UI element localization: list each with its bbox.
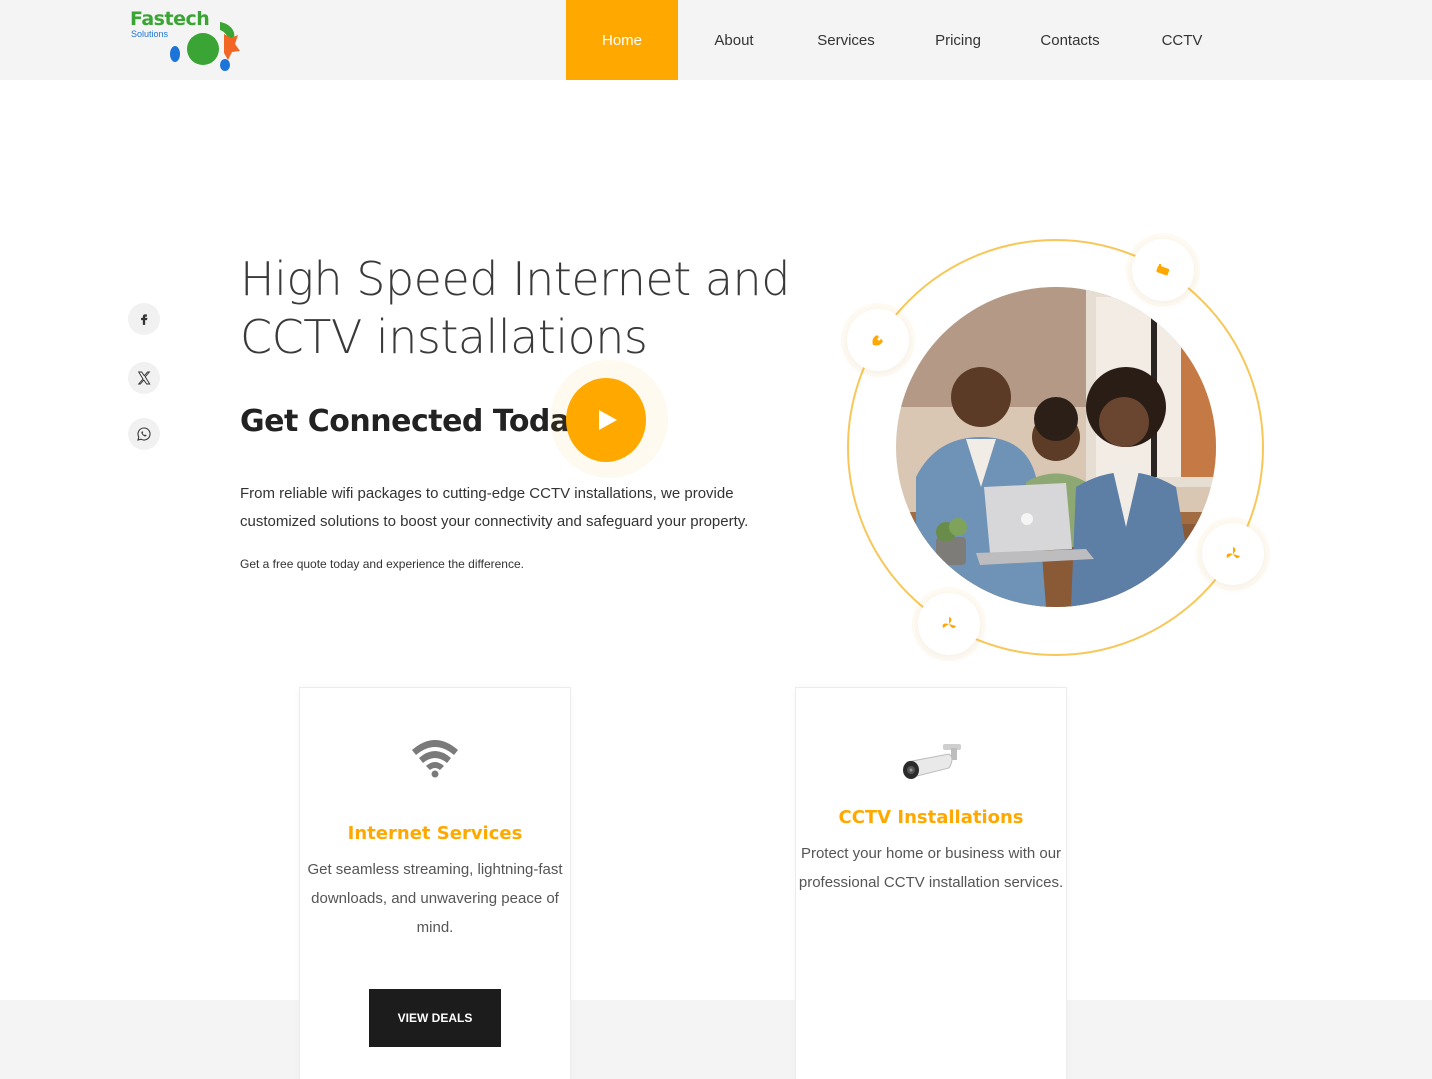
hero-paragraph-line2: customized solutions to boost your conne… bbox=[240, 513, 749, 530]
facebook-icon bbox=[141, 314, 148, 325]
nav-cctv[interactable]: CCTV bbox=[1126, 0, 1238, 80]
whatsapp-icon bbox=[137, 427, 151, 441]
facebook-link[interactable] bbox=[128, 303, 160, 335]
cctv-installations-card: CCTV Installations Protect your home or … bbox=[795, 687, 1067, 1079]
signal-bubble bbox=[918, 593, 980, 655]
hero-family-photo bbox=[896, 287, 1216, 607]
card-title: Internet Services bbox=[347, 823, 523, 844]
hero-quote-note: Get a free quote today and experience th… bbox=[240, 557, 524, 571]
logo-graphic bbox=[170, 22, 240, 71]
cctv-camera-icon bbox=[903, 744, 961, 779]
card-title: CCTV Installations bbox=[838, 807, 1024, 828]
x-twitter-icon bbox=[137, 371, 151, 385]
hero-title-line1: High Speed Internet and bbox=[240, 252, 790, 306]
section-background-band bbox=[0, 1000, 1432, 1079]
nav-home[interactable]: Home bbox=[566, 0, 678, 80]
hero-title: High Speed Internet and CCTV installatio… bbox=[240, 250, 800, 366]
router-bubble bbox=[1132, 239, 1194, 301]
whatsapp-link[interactable] bbox=[128, 418, 160, 450]
play-icon bbox=[599, 410, 617, 430]
satellite-dish-icon bbox=[872, 335, 883, 346]
main-nav: Home About Services Pricing Contacts CCT… bbox=[566, 0, 1238, 80]
hero-title-line2: CCTV installations bbox=[240, 310, 648, 364]
nav-about[interactable]: About bbox=[678, 0, 790, 80]
hero-paragraph: From reliable wifi packages to cutting-e… bbox=[240, 480, 810, 536]
family-laptop-illustration bbox=[896, 287, 1216, 607]
wifi-icon bbox=[412, 740, 458, 778]
nav-services[interactable]: Services bbox=[790, 0, 902, 80]
view-deals-button[interactable]: VIEW DEALS bbox=[369, 989, 501, 1047]
fan-bubble bbox=[1202, 523, 1264, 585]
site-header: Fastech Solutions Home About Services Pr… bbox=[0, 0, 1432, 80]
router-icon bbox=[1156, 264, 1170, 276]
card-description: Protect your home or business with our p… bbox=[798, 845, 1064, 891]
nav-pricing[interactable]: Pricing bbox=[902, 0, 1014, 80]
logo[interactable]: Fastech Solutions bbox=[128, 8, 243, 74]
hero-paragraph-line1: From reliable wifi packages to cutting-e… bbox=[240, 485, 734, 502]
nav-contacts[interactable]: Contacts bbox=[1014, 0, 1126, 80]
satellite-bubble bbox=[847, 309, 909, 371]
internet-services-card: Internet Services Get seamless streaming… bbox=[299, 687, 571, 1079]
card-description: Get seamless streaming, lightning-fast d… bbox=[307, 861, 563, 936]
play-video-button[interactable] bbox=[566, 378, 646, 462]
fan-icon bbox=[1226, 547, 1240, 559]
x-link[interactable] bbox=[128, 362, 160, 394]
signal-icon bbox=[942, 617, 956, 629]
hero-subtitle: Get Connected Today bbox=[240, 404, 588, 439]
